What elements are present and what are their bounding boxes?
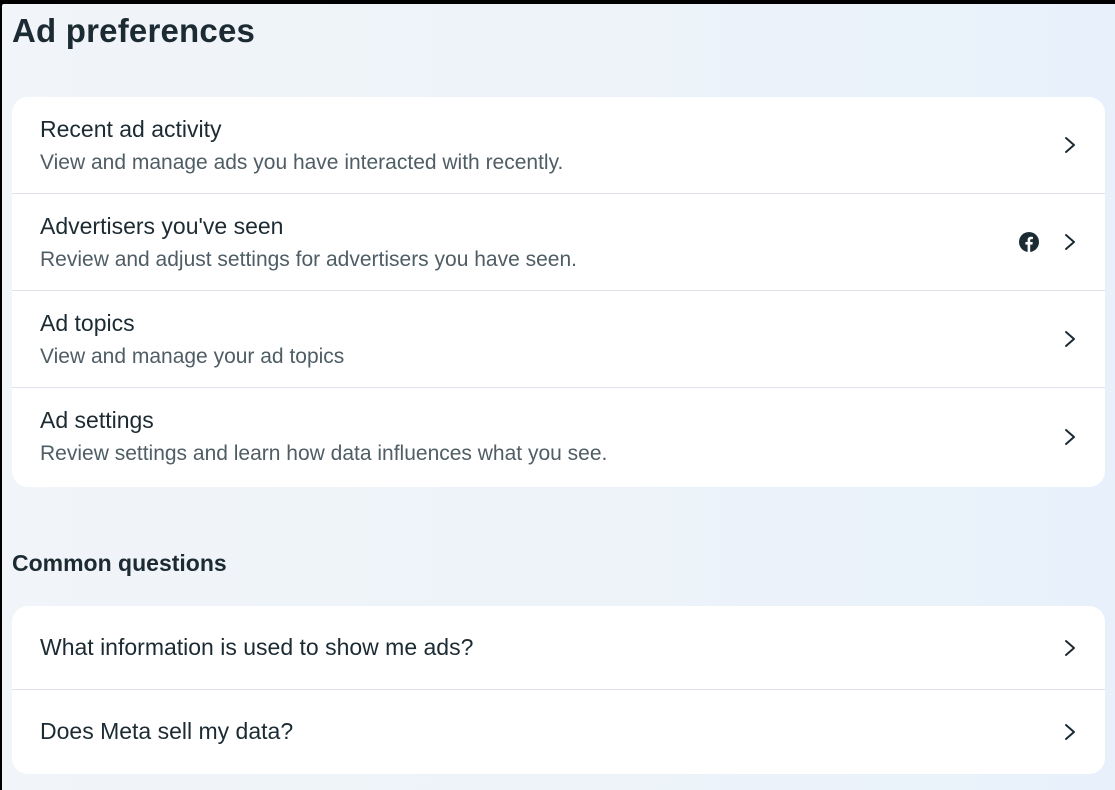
- row-advertisers-youve-seen[interactable]: Advertisers you've seen Review and adjus…: [12, 194, 1105, 291]
- row-subtitle: View and manage your ad topics: [40, 345, 345, 368]
- chevron-right-icon: [1065, 234, 1075, 250]
- question-title: What information is used to show me ads?: [40, 634, 474, 660]
- chevron-right-icon: [1065, 724, 1075, 740]
- row-title: Recent ad activity: [40, 116, 222, 142]
- chevron-right-icon: [1065, 639, 1075, 656]
- common-questions-card: What information is used to show me ads?…: [12, 606, 1105, 774]
- row-ad-settings[interactable]: Ad settings Review settings and learn ho…: [12, 388, 1105, 485]
- chevron-right-icon: [1065, 331, 1075, 347]
- row-recent-ad-activity[interactable]: Recent ad activity View and manage ads y…: [12, 97, 1105, 194]
- chevron-right-icon: [1065, 137, 1075, 153]
- row-ad-topics[interactable]: Ad topics View and manage your ad topics: [12, 291, 1105, 388]
- row-title: Advertisers you've seen: [40, 213, 284, 239]
- common-questions-heading: Common questions: [12, 550, 227, 576]
- row-subtitle: View and manage ads you have interacted …: [40, 151, 564, 174]
- question-what-information-used[interactable]: What information is used to show me ads?: [12, 606, 1105, 690]
- preferences-card: Recent ad activity View and manage ads y…: [12, 97, 1105, 487]
- row-subtitle: Review settings and learn how data influ…: [40, 442, 608, 465]
- ad-preferences-page: Ad preferences Recent ad activity View a…: [2, 4, 1115, 790]
- row-title: Ad settings: [40, 407, 154, 433]
- row-title: Ad topics: [40, 310, 135, 336]
- chevron-right-icon: [1065, 428, 1075, 445]
- page-title: Ad preferences: [12, 12, 256, 49]
- row-subtitle: Review and adjust settings for advertise…: [40, 248, 577, 271]
- question-title: Does Meta sell my data?: [40, 718, 294, 744]
- question-does-meta-sell-data[interactable]: Does Meta sell my data?: [12, 690, 1105, 774]
- facebook-icon: [1019, 232, 1039, 252]
